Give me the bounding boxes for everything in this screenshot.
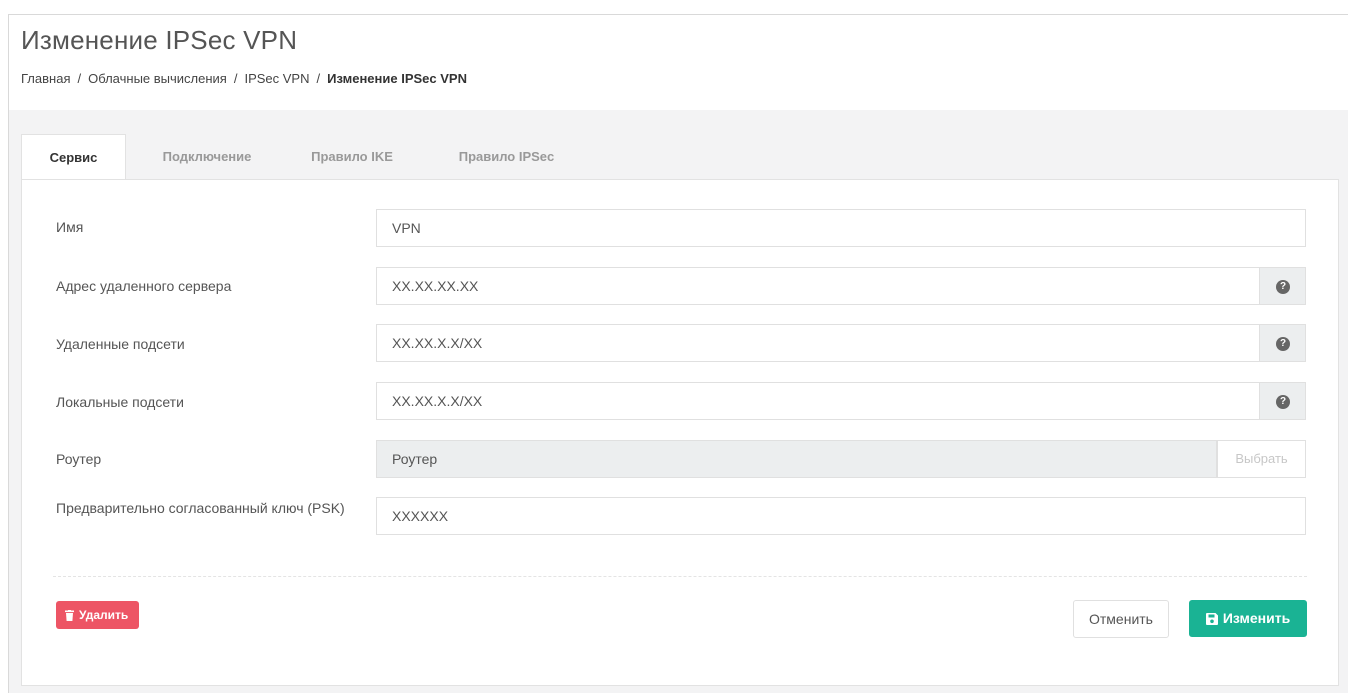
tab-ike-rule[interactable]: Правило IKE: [294, 134, 410, 179]
local-subnets-help[interactable]: ?: [1260, 382, 1306, 420]
breadcrumb-current: Изменение IPSec VPN: [327, 71, 467, 86]
remote-subnets-help[interactable]: ?: [1260, 324, 1306, 362]
page-title: Изменение IPSec VPN: [21, 25, 298, 55]
form-divider: [53, 576, 1307, 577]
breadcrumb-home[interactable]: Главная: [21, 71, 70, 86]
remote-address-help[interactable]: ?: [1260, 267, 1306, 305]
remote-address-label: Адрес удаленного сервера: [56, 278, 232, 294]
local-subnets-label: Локальные подсети: [56, 394, 184, 410]
delete-label: Удалить: [79, 608, 129, 622]
name-input[interactable]: [377, 210, 1305, 246]
remote-address-input[interactable]: [377, 268, 1259, 304]
psk-label: Предварительно согласованный ключ (PSK): [56, 500, 345, 516]
service-form-panel: Имя Адрес удаленного сервера ? Удаленные…: [21, 179, 1339, 686]
floppy-disk-icon: [1205, 602, 1218, 639]
save-button[interactable]: Изменить: [1189, 600, 1307, 637]
local-subnets-input[interactable]: [377, 383, 1259, 419]
question-circle-icon: ?: [1276, 395, 1290, 409]
router-select-button[interactable]: Выбрать: [1217, 440, 1306, 478]
local-subnets-field: [376, 382, 1260, 420]
router-input: [377, 441, 1216, 477]
main-content: Сервис Подключение Правило IKE Правило I…: [9, 110, 1348, 693]
trash-icon: [65, 603, 74, 631]
delete-button[interactable]: Удалить: [56, 601, 139, 629]
breadcrumb-ipsec-vpn[interactable]: IPSec VPN: [244, 71, 309, 86]
page-header: Изменение IPSec VPN Главная / Облачные выч…: [9, 15, 1348, 110]
psk-input[interactable]: [377, 498, 1305, 534]
question-circle-icon: ?: [1276, 337, 1290, 351]
name-label: Имя: [56, 219, 84, 235]
save-label: Изменить: [1222, 610, 1291, 626]
tab-ipsec-rule[interactable]: Правило IPSec: [439, 134, 574, 179]
question-circle-icon: ?: [1276, 280, 1290, 294]
breadcrumb-separator: /: [316, 71, 321, 86]
breadcrumb-separator: /: [233, 71, 238, 86]
breadcrumb-cloud-computing[interactable]: Облачные вычисления: [88, 71, 227, 86]
router-field: [376, 440, 1217, 478]
remote-address-field: [376, 267, 1260, 305]
remote-subnets-input[interactable]: [377, 325, 1259, 361]
psk-field: [376, 497, 1306, 535]
router-label: Роутер: [56, 451, 102, 467]
name-field: [376, 209, 1306, 247]
cancel-button[interactable]: Отменить: [1073, 600, 1169, 638]
breadcrumb-separator: /: [77, 71, 82, 86]
remote-subnets-field: [376, 324, 1260, 362]
remote-subnets-label: Удаленные подсети: [56, 336, 185, 352]
tab-service[interactable]: Сервис: [21, 134, 126, 181]
tab-connection[interactable]: Подключение: [136, 134, 278, 179]
breadcrumb: Главная / Облачные вычисления / IPSec VPN / Из…: [21, 71, 467, 86]
